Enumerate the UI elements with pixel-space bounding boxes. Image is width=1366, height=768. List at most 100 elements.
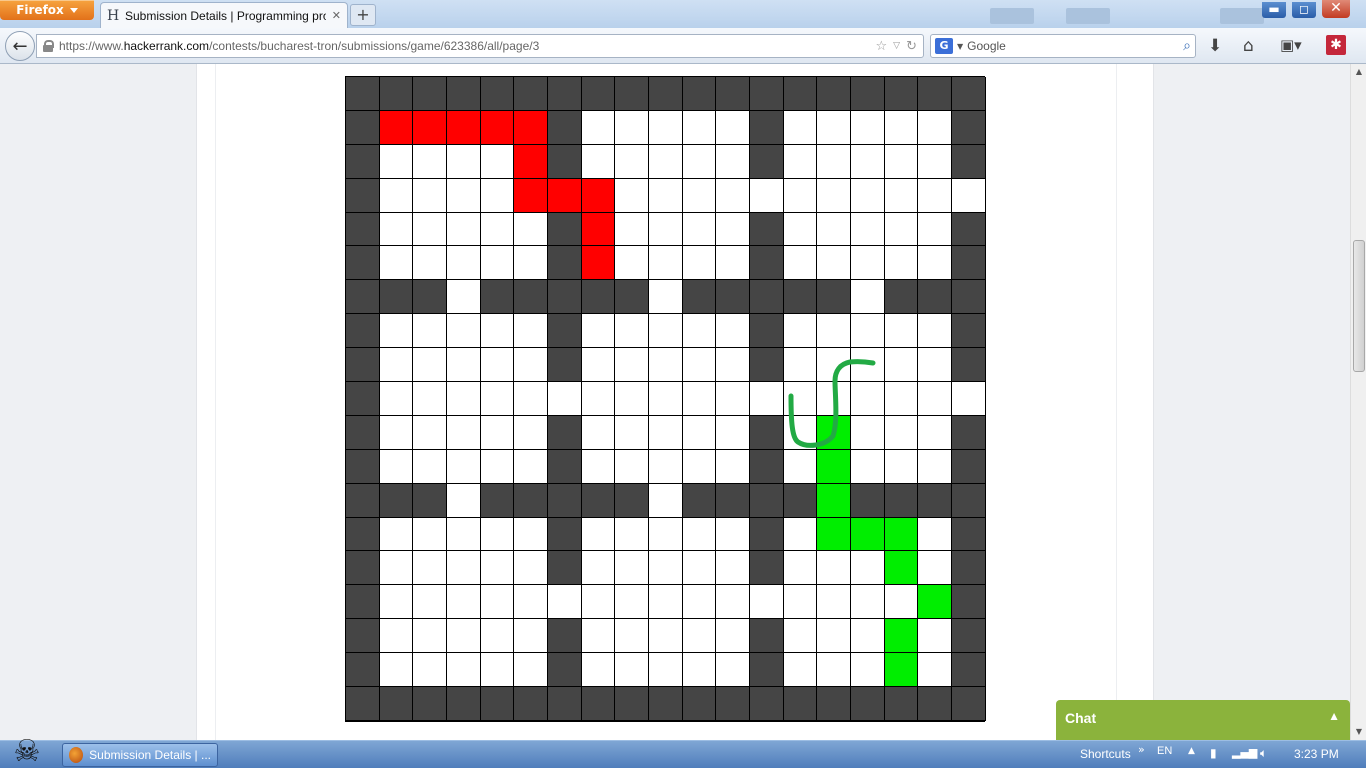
firefox-menu-button[interactable]: Firefox — [0, 0, 94, 20]
empty-cell — [649, 483, 683, 518]
wall-cell — [548, 653, 582, 688]
empty-cell — [884, 212, 919, 247]
scroll-up-icon[interactable]: ▲ — [1351, 64, 1366, 80]
empty-cell — [783, 382, 818, 416]
close-window-button[interactable]: ✕ — [1322, 0, 1350, 18]
empty-cell — [918, 619, 953, 654]
wall-cell — [750, 246, 784, 281]
empty-cell — [817, 382, 852, 416]
dropdown-arrow-icon[interactable]: ▽ — [893, 41, 900, 51]
wall-cell — [952, 144, 986, 179]
empty-cell — [480, 348, 515, 383]
chat-widget[interactable]: Chat ▲ — [1056, 700, 1350, 740]
wall-cell — [346, 415, 380, 450]
empty-cell — [379, 178, 414, 213]
empty-cell — [918, 314, 953, 349]
empty-cell — [379, 144, 414, 179]
wall-cell — [379, 483, 414, 518]
wall-cell — [615, 483, 650, 518]
download-icon[interactable]: ⬇ — [1208, 36, 1222, 56]
player1-trail-cell — [548, 178, 582, 213]
minimize-button[interactable]: ▬ — [1262, 2, 1286, 18]
empty-cell — [649, 110, 683, 145]
wall-cell — [346, 585, 380, 620]
empty-cell — [649, 415, 683, 450]
empty-cell — [379, 517, 414, 552]
empty-cell — [514, 653, 549, 688]
wall-cell — [952, 619, 986, 654]
empty-cell — [952, 178, 986, 213]
url-bar[interactable]: https://www.hackerrank.com/contests/buch… — [36, 34, 924, 58]
scroll-down-icon[interactable]: ▼ — [1351, 724, 1366, 740]
battery-icon[interactable]: ▮ — [1210, 746, 1217, 760]
wall-cell — [750, 483, 784, 518]
volume-icon[interactable]: 🔈︎ — [1260, 746, 1267, 761]
wall-cell — [615, 77, 650, 111]
shortcuts-toolbar[interactable]: Shortcuts — [1080, 747, 1131, 761]
search-bar[interactable]: G ▼ Google ⌕ — [930, 34, 1196, 58]
wall-cell — [548, 246, 582, 281]
chevron-down-icon[interactable]: ▼ — [957, 42, 963, 51]
wall-cell — [514, 280, 549, 315]
empty-cell — [649, 449, 683, 484]
empty-cell — [716, 517, 751, 552]
language-indicator[interactable]: EN — [1157, 745, 1172, 757]
bookmarks-icon[interactable]: ▣▾ — [1280, 36, 1302, 54]
empty-cell — [379, 314, 414, 349]
close-tab-icon[interactable]: ✕ — [332, 9, 341, 22]
wall-cell — [851, 687, 885, 721]
wall-cell — [884, 77, 919, 111]
wall-cell — [952, 585, 986, 620]
wall-cell — [918, 483, 953, 518]
wall-cell — [716, 687, 751, 721]
player1-trail-cell — [514, 110, 549, 145]
wall-cell — [884, 687, 919, 721]
empty-cell — [682, 653, 717, 688]
empty-cell — [581, 449, 616, 484]
empty-cell — [783, 449, 818, 484]
empty-cell — [447, 483, 481, 518]
empty-cell — [581, 415, 616, 450]
back-button[interactable]: ← — [5, 31, 35, 61]
chevron-up-icon[interactable]: ▲ — [1328, 709, 1340, 723]
maximize-button[interactable]: ◻ — [1292, 2, 1316, 18]
empty-cell — [750, 382, 784, 416]
empty-cell — [851, 551, 885, 586]
reload-icon[interactable]: ↻ — [906, 39, 917, 54]
empty-cell — [783, 246, 818, 281]
chevron-double-right-icon[interactable]: » — [1138, 743, 1145, 756]
vertical-scrollbar[interactable]: ▲ ▼ — [1350, 64, 1366, 740]
start-button-skull-icon[interactable]: ☠ — [4, 733, 50, 768]
empty-cell — [918, 449, 953, 484]
empty-cell — [783, 585, 818, 620]
lock-icon — [43, 40, 54, 52]
empty-cell — [447, 144, 481, 179]
search-icon[interactable]: ⌕ — [1183, 38, 1191, 54]
new-tab-button[interactable]: + — [350, 4, 376, 26]
wall-cell — [548, 415, 582, 450]
addon-icon[interactable]: ✱ — [1326, 35, 1346, 55]
empty-cell — [783, 619, 818, 654]
empty-cell — [649, 348, 683, 383]
wall-cell — [783, 77, 818, 111]
network-signal-icon[interactable]: ▂▄▆ — [1232, 746, 1257, 759]
home-icon[interactable]: ⌂ — [1243, 36, 1254, 56]
wall-cell — [548, 449, 582, 484]
tray-expand-icon[interactable]: ▲ — [1188, 746, 1195, 756]
scroll-thumb[interactable] — [1353, 240, 1365, 372]
empty-cell — [682, 178, 717, 213]
empty-cell — [783, 178, 818, 213]
wall-cell — [548, 110, 582, 145]
empty-cell — [447, 178, 481, 213]
taskbar-firefox-button[interactable]: Submission Details | ... — [62, 743, 218, 767]
google-engine-icon[interactable]: G — [935, 38, 953, 54]
wall-cell — [514, 77, 549, 111]
empty-cell — [615, 178, 650, 213]
clock[interactable]: 3:23 PM — [1294, 747, 1339, 761]
wall-cell — [447, 77, 481, 111]
tab-submission-details[interactable]: H Submission Details | Programming probl… — [100, 2, 348, 28]
empty-cell — [817, 246, 852, 281]
wall-cell — [346, 144, 380, 179]
bookmark-star-icon[interactable]: ☆ — [876, 39, 888, 54]
player1-trail-cell — [581, 246, 616, 281]
